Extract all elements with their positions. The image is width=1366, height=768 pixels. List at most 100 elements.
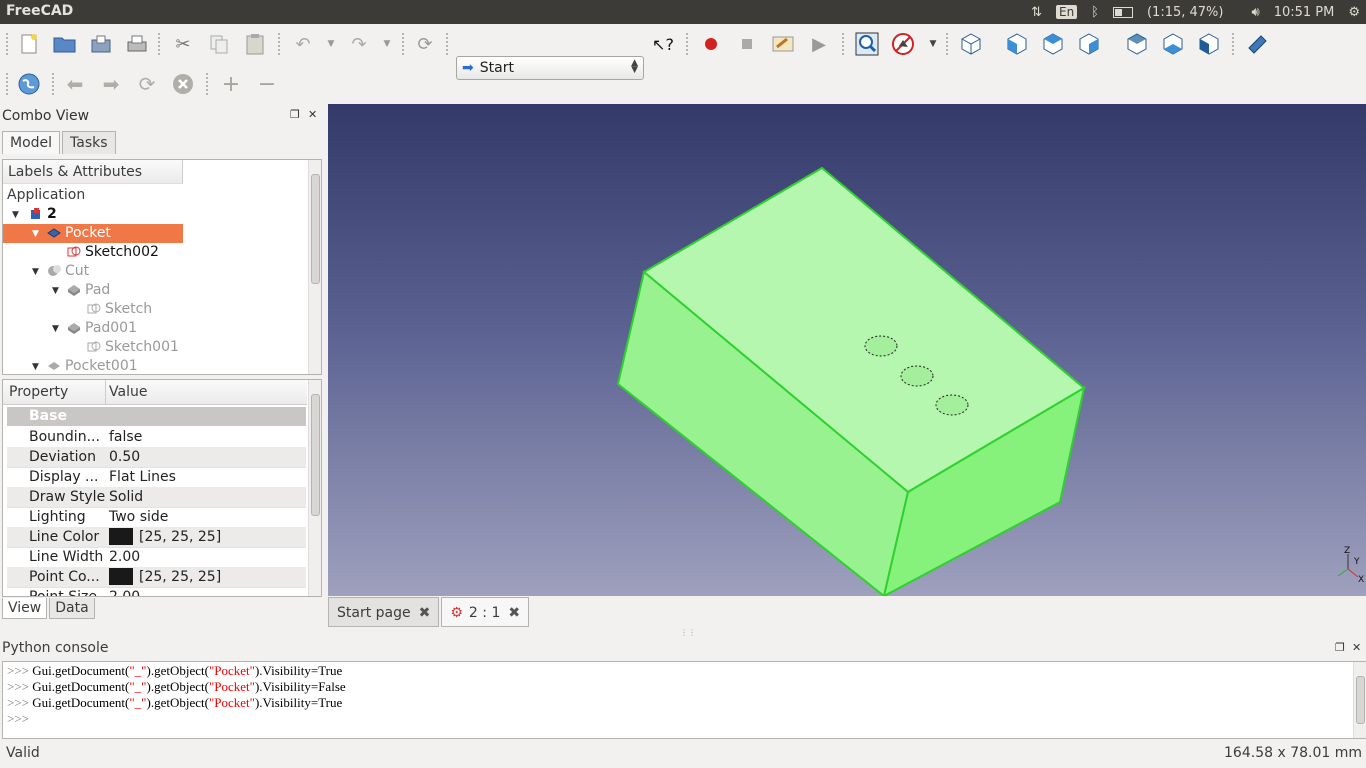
tree-item-pocket001[interactable]: Pocket001 xyxy=(47,357,138,374)
expand-arrow-icon[interactable]: ▼ xyxy=(52,286,59,296)
draw-style-button[interactable] xyxy=(890,31,916,57)
close-panel-icon[interactable]: ✕ xyxy=(1352,641,1361,654)
toolbar-grip[interactable] xyxy=(6,73,12,95)
open-button[interactable] xyxy=(52,31,78,57)
network-icon[interactable]: ⇅ xyxy=(1031,5,1042,20)
toolbar-grip[interactable] xyxy=(206,73,212,95)
tree-item-pad001[interactable]: Pad001 xyxy=(67,319,137,338)
tree-item-sketch002[interactable]: Sketch002 xyxy=(67,243,159,262)
close-tab-icon[interactable]: ✖ xyxy=(419,605,431,621)
browser-home-button[interactable] xyxy=(16,71,42,97)
float-panel-icon[interactable]: ❐ xyxy=(1335,641,1345,654)
property-col-header[interactable]: Property xyxy=(9,384,68,400)
paste-button[interactable] xyxy=(242,31,268,57)
scroll-thumb[interactable] xyxy=(311,394,320,516)
new-document-button[interactable] xyxy=(16,31,42,57)
battery-indicator[interactable]: (1:15, 47%) xyxy=(1112,5,1238,20)
float-panel-icon[interactable]: ❐ xyxy=(290,108,300,121)
toolbar-grip[interactable] xyxy=(402,33,408,55)
tree-item-cut[interactable]: Cut xyxy=(47,262,89,281)
toolbar-grip[interactable] xyxy=(686,33,692,55)
tree-item-document[interactable]: 2 xyxy=(29,205,57,224)
view-bottom-button[interactable] xyxy=(1160,31,1186,57)
tab-view[interactable]: View xyxy=(2,598,48,619)
model-render[interactable]: Z X Y xyxy=(328,104,1366,596)
measure-distance-button[interactable] xyxy=(1244,31,1270,57)
view-rear-button[interactable] xyxy=(1124,31,1150,57)
browser-refresh-button[interactable]: ⟳ xyxy=(134,71,160,97)
expand-arrow-icon[interactable]: ▼ xyxy=(32,267,39,277)
tree-scrollbar[interactable] xyxy=(308,160,321,374)
clock[interactable]: 10:51 PM xyxy=(1274,5,1335,20)
view-left-button[interactable] xyxy=(1196,31,1222,57)
property-row[interactable]: Point Co... [25, 25, 25] xyxy=(7,567,306,588)
property-row[interactable]: Line Color [25, 25, 25] xyxy=(7,527,306,548)
property-group-base[interactable]: Base xyxy=(7,407,306,426)
property-row[interactable]: Line Width 2.00 xyxy=(7,547,306,568)
model-tree[interactable]: Labels & Attributes Application ▼ 2 ▼ Po… xyxy=(2,159,322,375)
keyboard-indicator[interactable]: En xyxy=(1055,5,1078,19)
macro-record-button[interactable] xyxy=(698,31,724,57)
toolbar-grip[interactable] xyxy=(842,33,848,55)
tree-item-pad[interactable]: Pad xyxy=(67,281,110,300)
toolbar-grip[interactable] xyxy=(158,33,164,55)
python-console[interactable]: >>> Gui.getDocument("_").getObject("Pock… xyxy=(2,661,1366,739)
toolbar-grip[interactable] xyxy=(446,33,452,55)
property-row[interactable]: Boundin... false xyxy=(7,427,306,448)
color-swatch[interactable] xyxy=(109,527,133,545)
tree-item-pocket[interactable]: Pocket xyxy=(47,224,111,243)
tree-header[interactable]: Labels & Attributes xyxy=(3,160,183,184)
console-scrollbar[interactable] xyxy=(1353,662,1366,738)
macro-stop-button[interactable] xyxy=(734,31,760,57)
value-col-header[interactable]: Value xyxy=(109,384,147,400)
redo-dropdown[interactable]: ▼ xyxy=(374,31,400,57)
toolbar-grip[interactable] xyxy=(278,33,284,55)
property-row[interactable]: Display ... Flat Lines xyxy=(7,467,306,488)
view-fit-all-button[interactable] xyxy=(854,31,880,57)
draw-style-dropdown[interactable]: ▼ xyxy=(920,31,946,57)
browser-zoom-out-button[interactable]: − xyxy=(254,71,280,97)
property-scrollbar[interactable] xyxy=(308,380,321,596)
expand-arrow-icon[interactable]: ▼ xyxy=(12,210,19,220)
tab-start-page[interactable]: Start page ✖ xyxy=(328,597,440,627)
close-panel-icon[interactable]: ✕ xyxy=(308,108,317,121)
browser-back-button[interactable]: ⬅ xyxy=(62,71,88,97)
browser-forward-button[interactable]: ➡ xyxy=(98,71,124,97)
expand-arrow-icon[interactable]: ▼ xyxy=(32,229,39,239)
cut-button[interactable]: ✂ xyxy=(170,31,196,57)
undo-button[interactable]: ↶ xyxy=(290,31,316,57)
copy-button[interactable] xyxy=(206,31,232,57)
tab-document-view[interactable]: ⚙ 2 : 1 ✖ xyxy=(441,597,530,627)
close-tab-icon[interactable]: ✖ xyxy=(508,605,520,621)
toolbar-grip[interactable] xyxy=(6,33,12,55)
macro-run-button[interactable]: ▶ xyxy=(806,31,832,57)
whats-this-button[interactable]: ↖? xyxy=(650,31,676,57)
property-row[interactable]: Point Size 2.00 xyxy=(7,587,306,596)
view-top-button[interactable] xyxy=(1040,31,1066,57)
macro-edit-button[interactable] xyxy=(770,31,796,57)
toolbar-grip[interactable] xyxy=(52,73,58,95)
tab-model[interactable]: Model xyxy=(2,131,61,154)
splitter-handle[interactable]: ⋮⋮ xyxy=(680,628,696,637)
volume-icon[interactable]: 🔊︎ xyxy=(1251,5,1259,20)
bluetooth-icon[interactable]: ᛒ xyxy=(1091,5,1099,20)
browser-stop-button[interactable] xyxy=(170,71,196,97)
tree-item-sketch001[interactable]: Sketch001 xyxy=(87,338,179,357)
browser-zoom-in-button[interactable]: + xyxy=(218,71,244,97)
view-front-button[interactable] xyxy=(1004,31,1030,57)
color-swatch[interactable] xyxy=(109,567,133,585)
scroll-thumb[interactable] xyxy=(1356,676,1365,724)
tab-data[interactable]: Data xyxy=(49,598,95,619)
expand-arrow-icon[interactable]: ▼ xyxy=(52,324,59,334)
view-isometric-button[interactable] xyxy=(958,31,984,57)
console-input-line[interactable]: >>> xyxy=(7,711,32,727)
undo-dropdown[interactable]: ▼ xyxy=(318,31,344,57)
tab-tasks[interactable]: Tasks xyxy=(62,131,116,154)
settings-gear-icon[interactable]: ⚙ xyxy=(1348,5,1360,20)
tree-item-sketch[interactable]: Sketch xyxy=(87,300,152,319)
print-button[interactable] xyxy=(124,31,150,57)
view-right-button[interactable] xyxy=(1076,31,1102,57)
property-row[interactable]: Deviation 0.50 xyxy=(7,447,306,468)
redo-button[interactable]: ↷ xyxy=(346,31,372,57)
scroll-thumb[interactable] xyxy=(311,174,320,284)
